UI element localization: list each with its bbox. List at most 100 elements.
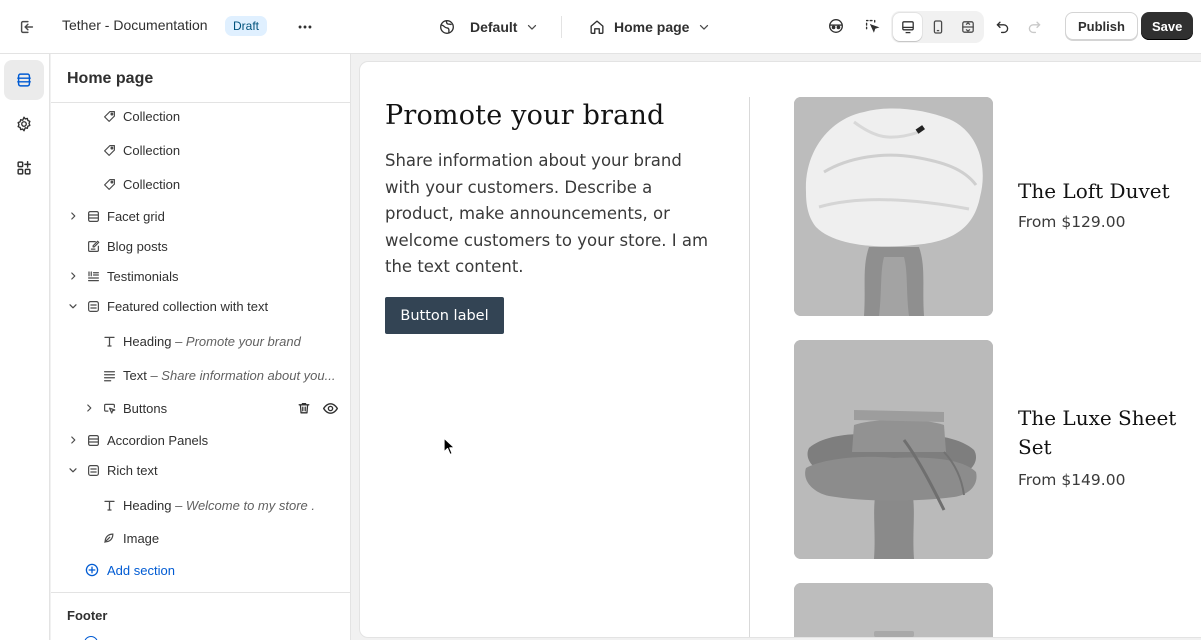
globe-icon xyxy=(438,18,456,36)
mouse-cursor-icon xyxy=(443,437,456,456)
tree-item-collection[interactable]: Collection xyxy=(51,169,350,199)
tree-item-label: Text xyxy=(123,367,147,383)
desktop-view-button[interactable] xyxy=(893,13,922,41)
tree-item-collection[interactable]: Collection xyxy=(51,135,350,165)
apps-nav-button[interactable] xyxy=(4,148,44,188)
section-icon xyxy=(85,298,101,314)
tree-item-heading-block[interactable]: Heading – Promote your brand xyxy=(51,326,350,356)
redo-icon xyxy=(1026,18,1043,35)
tree-item-buttons[interactable]: Buttons xyxy=(51,393,350,423)
tree-item-text-block[interactable]: Text – Share information about you... xyxy=(51,360,350,390)
sidekick-icon xyxy=(827,17,845,35)
exit-button[interactable] xyxy=(12,12,42,42)
testimonials-icon xyxy=(85,268,101,284)
tree-item-label: Collection xyxy=(123,108,181,124)
publish-button[interactable]: Publish xyxy=(1065,12,1138,40)
mobile-icon xyxy=(930,19,946,35)
product-image[interactable] xyxy=(794,97,993,316)
home-icon xyxy=(588,18,606,36)
blog-icon xyxy=(85,238,101,254)
section-icon xyxy=(85,462,101,478)
tag-icon xyxy=(101,142,117,158)
undo-button[interactable] xyxy=(988,12,1016,40)
store-preview: Promote your brand Share information abo… xyxy=(360,62,1201,637)
chevron-down-icon xyxy=(525,20,539,34)
sidebar-title: Home page xyxy=(67,70,154,87)
more-actions-button[interactable] xyxy=(290,12,320,42)
tree-item-testimonials[interactable]: Testimonials xyxy=(51,261,350,291)
apps-icon xyxy=(15,159,33,177)
add-section-label: Add section xyxy=(107,562,175,578)
tree-item-sublabel: – Promote your brand xyxy=(175,333,301,349)
save-button[interactable]: Save xyxy=(1141,12,1194,40)
tag-icon xyxy=(101,108,117,124)
chevron-right-icon[interactable] xyxy=(66,209,80,223)
chevron-down-icon[interactable] xyxy=(66,463,80,477)
theme-settings-nav-button[interactable] xyxy=(4,104,44,144)
tree-item-label: Collection xyxy=(123,176,181,192)
theme-label: Default xyxy=(470,19,518,35)
tree-item-label: Heading xyxy=(123,497,172,513)
preview-cta-button[interactable]: Button label xyxy=(385,297,504,334)
tree-item-blog-posts[interactable]: Blog posts xyxy=(51,231,350,261)
text-type-icon xyxy=(101,333,117,349)
button-block-icon xyxy=(101,400,117,416)
tree-item-sublabel: – Share information about you... xyxy=(150,367,336,383)
chevron-right-icon[interactable] xyxy=(66,269,80,283)
fullscreen-icon xyxy=(960,19,976,35)
theme-selector[interactable]: Default xyxy=(430,12,547,42)
tree-item-label: Featured collection with text xyxy=(107,298,269,314)
desktop-icon xyxy=(900,19,916,35)
ellipsis-icon xyxy=(296,18,314,36)
add-section-button[interactable]: Add section xyxy=(51,555,350,585)
select-cursor-icon xyxy=(863,17,881,35)
preview-text[interactable]: Share information about your brand with … xyxy=(385,148,715,281)
ai-sidekick-button[interactable] xyxy=(822,12,850,40)
chevron-down-icon[interactable] xyxy=(66,299,80,313)
gear-icon xyxy=(15,115,33,133)
tree-item-accordion-panels[interactable]: Accordion Panels xyxy=(51,425,350,455)
sections-sidebar: Home page Collection Collection Collecti… xyxy=(51,54,351,640)
product-image[interactable] xyxy=(794,583,993,637)
tree-item-sublabel: – Welcome to my store . xyxy=(175,497,315,513)
tree-item-label: Buttons xyxy=(123,400,168,416)
chevron-right-icon[interactable] xyxy=(66,433,80,447)
undo-icon xyxy=(994,18,1011,35)
exit-icon xyxy=(18,18,36,36)
inspector-button[interactable] xyxy=(858,12,886,40)
chevron-right-icon[interactable] xyxy=(82,401,96,415)
sections-icon xyxy=(15,71,33,89)
chevron-down-icon xyxy=(697,20,711,34)
tree-item-label: Accordion Panels xyxy=(107,432,209,448)
tree-item-heading-block[interactable]: Heading – Welcome to my store . xyxy=(51,490,350,520)
product-image[interactable] xyxy=(794,340,993,559)
divider xyxy=(51,592,350,593)
eye-icon[interactable] xyxy=(322,400,339,417)
tag-icon xyxy=(101,176,117,192)
left-rail xyxy=(0,54,50,640)
tree-item-collection[interactable]: Collection xyxy=(51,101,350,131)
tree-item-label: Testimonials xyxy=(107,268,179,284)
product-price: From $129.00 xyxy=(1018,213,1126,231)
image-block-icon xyxy=(101,530,117,546)
trash-icon[interactable] xyxy=(296,400,312,416)
page-selector[interactable]: Home page xyxy=(580,12,719,42)
toolbar-divider xyxy=(561,16,562,38)
tree-item-rich-text[interactable]: Rich text xyxy=(51,455,350,485)
mobile-view-button[interactable] xyxy=(923,13,952,41)
tree-item-facet-grid[interactable]: Facet grid xyxy=(51,201,350,231)
footer-group-label: Footer xyxy=(67,608,108,623)
row-actions xyxy=(296,400,339,417)
product-title[interactable]: The Loft Duvet xyxy=(1018,177,1194,206)
preview-heading[interactable]: Promote your brand xyxy=(385,100,665,131)
tree-item-image-block[interactable]: Image xyxy=(51,523,350,553)
text-lines-icon xyxy=(101,367,117,383)
redo-button[interactable] xyxy=(1020,12,1048,40)
sections-nav-button[interactable] xyxy=(4,60,44,100)
tree-item-label: Heading xyxy=(123,333,172,349)
tree-item-featured-collection[interactable]: Featured collection with text xyxy=(51,291,350,321)
full-width-view-button[interactable] xyxy=(953,13,982,41)
tree-item-label: Blog posts xyxy=(107,238,168,254)
product-title[interactable]: The Luxe Sheet Set xyxy=(1018,404,1194,462)
column-divider xyxy=(749,97,750,637)
